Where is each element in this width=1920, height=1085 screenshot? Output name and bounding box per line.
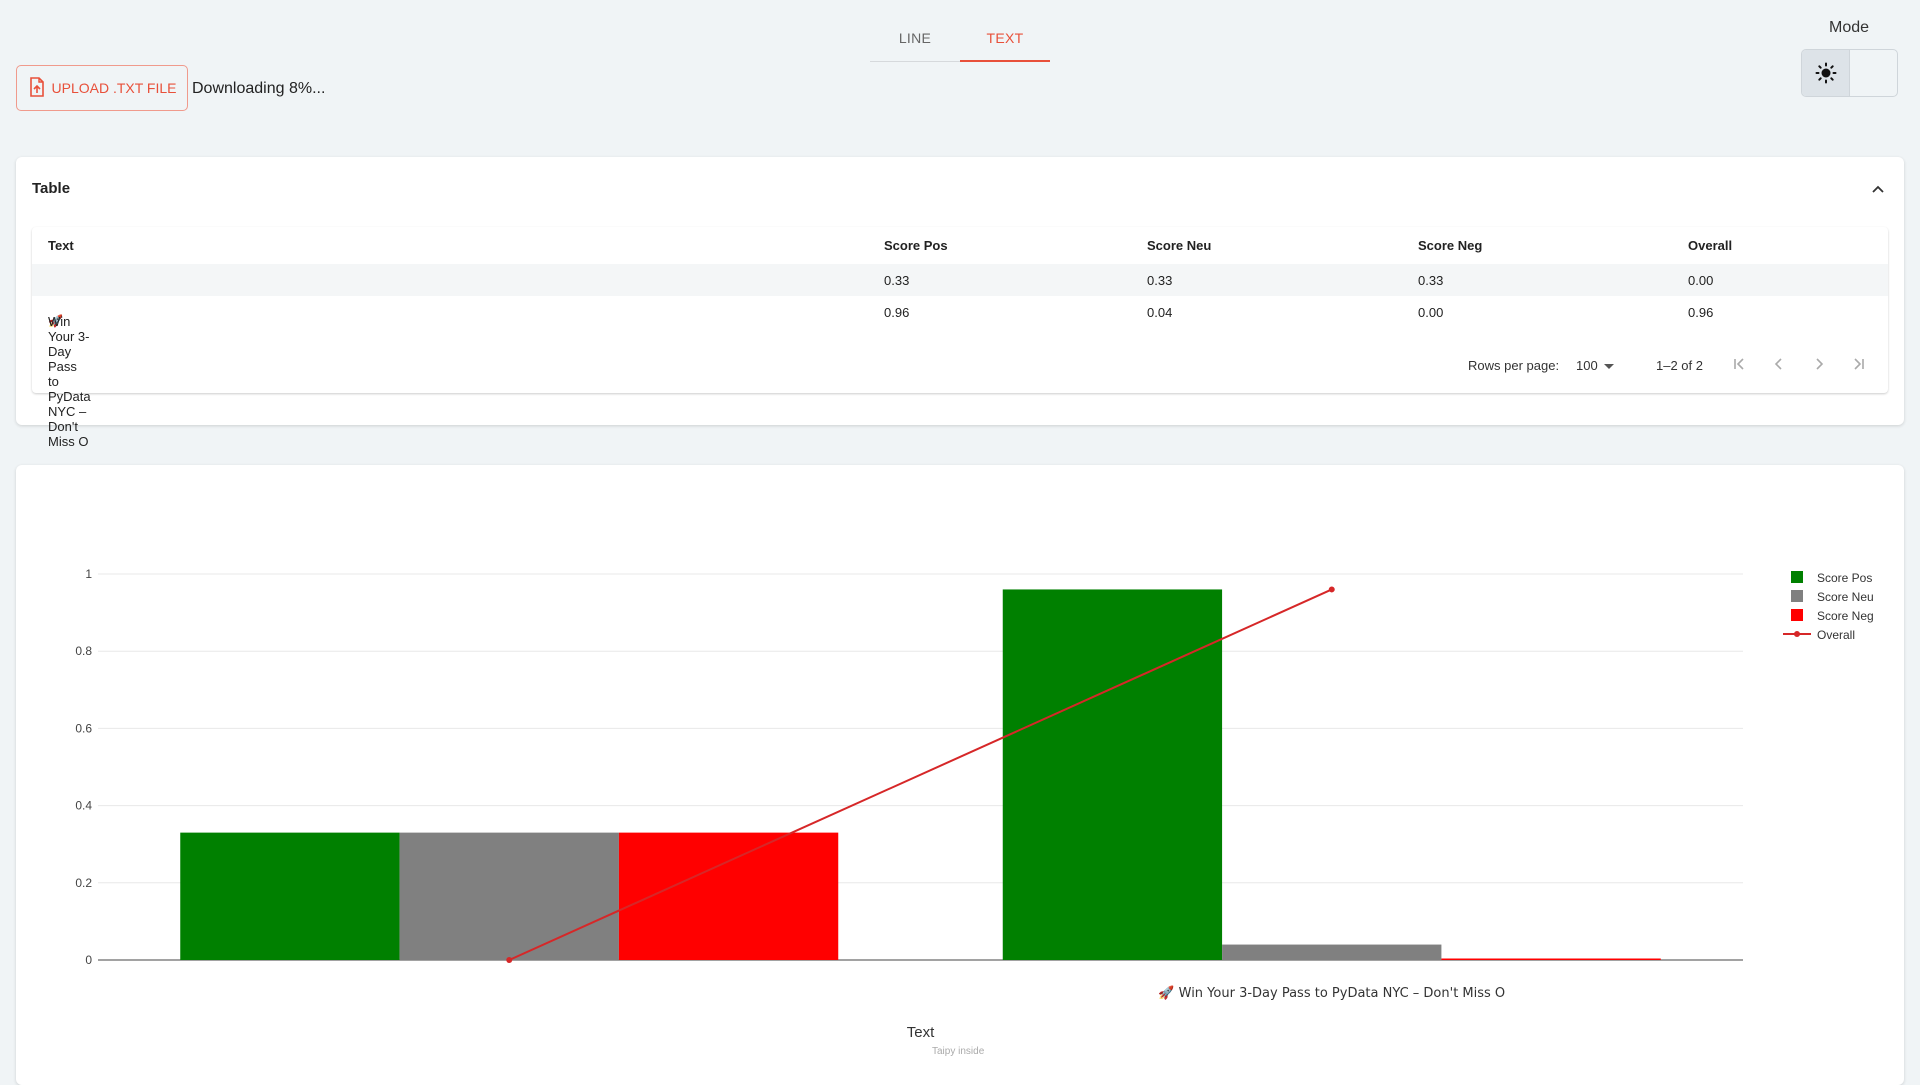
legend-label: Score Neg (1817, 609, 1874, 623)
column-header-score-neg[interactable]: Score Neg (1418, 238, 1482, 253)
bar-score-pos (180, 832, 400, 960)
table-pagination: Rows per page: 100 1–2 of 2 (32, 351, 1888, 379)
x-tick-label: 🚀 Win Your 3-Day Pass to PyData NYC – Do… (1158, 985, 1505, 1001)
theme-toggle (1801, 49, 1898, 97)
legend-swatch (1791, 571, 1803, 583)
legend-label: Score Pos (1817, 571, 1872, 585)
legend-label: Overall (1817, 628, 1855, 642)
cell-score-pos: 0.96 (884, 305, 910, 320)
y-tick-label: 0.6 (75, 721, 92, 735)
legend-marker (1794, 631, 1800, 637)
table-row[interactable]: 0.33 0.33 0.33 0.00 (32, 264, 1888, 296)
tab-text[interactable]: TEXT (960, 20, 1050, 62)
column-header-score-pos[interactable]: Score Pos (884, 238, 948, 253)
upload-button-label: UPLOAD .TXT FILE (51, 80, 177, 96)
legend-swatch (1791, 590, 1803, 602)
rows-per-page-select[interactable]: 100 (1576, 358, 1614, 373)
rows-per-page-value: 100 (1576, 358, 1598, 373)
cell-overall: 0.00 (1688, 273, 1714, 288)
last-page-icon[interactable] (1848, 353, 1870, 375)
cell-score-neu: 0.33 (1147, 273, 1173, 288)
overall-point (506, 957, 513, 963)
cell-text-value: Win Your 3-Day Pass to PyData NYC – Don'… (48, 314, 91, 449)
sun-icon (1815, 62, 1836, 84)
table-header-row: Text Score Pos Score Neu Score Neg Overa… (32, 227, 1888, 259)
data-table: Text Score Pos Score Neu Score Neg Overa… (32, 227, 1888, 449)
bar-score-pos (1002, 589, 1223, 960)
table-panel: Table Text Score Pos Score Neu Score Neg… (16, 157, 1904, 449)
overall-point (1328, 586, 1335, 593)
chevron-up-icon[interactable] (1870, 181, 1886, 197)
upload-txt-button[interactable]: UPLOAD .TXT FILE (16, 65, 188, 111)
chart-panel: 0 0.2 0.4 0.6 0.8 1 🚀 Win Your 3-Day Pass to P… (16, 465, 1904, 1085)
score-chart[interactable]: 0 0.2 0.4 0.6 0.8 1 🚀 Win Your 3-Day Pass to P… (16, 465, 1904, 1085)
bar-score-neg (1441, 958, 1661, 960)
cell-overall: 0.96 (1688, 305, 1714, 320)
file-upload-icon (28, 76, 46, 100)
previous-page-icon[interactable] (1768, 353, 1790, 375)
bar-score-neu (1222, 944, 1442, 960)
rows-per-page-label: Rows per page: (1468, 358, 1560, 373)
download-status: Downloading 8%... (192, 80, 326, 97)
cell-score-neg: 0.00 (1418, 305, 1444, 320)
moon-icon (1871, 64, 1881, 82)
y-tick-label: 0.4 (75, 799, 92, 813)
legend-swatch (1791, 609, 1803, 621)
table-panel-title: Table (32, 180, 71, 197)
pagination-range: 1–2 of 2 (1656, 358, 1703, 373)
tab-line[interactable]: LINE (870, 20, 960, 61)
view-tabs: LINE TEXT (870, 20, 1050, 62)
footer-note: Taipy inside (932, 1046, 985, 1057)
column-header-score-neu[interactable]: Score Neu (1147, 238, 1211, 253)
mode-label: Mode (1829, 19, 1870, 36)
y-tick-label: 0.2 (75, 876, 92, 890)
y-tick-label: 1 (85, 567, 92, 581)
column-header-overall[interactable]: Overall (1688, 238, 1732, 253)
x-axis-title: Text (907, 1024, 935, 1041)
caret-down-icon (1603, 364, 1614, 370)
dark-mode-button[interactable] (1849, 50, 1897, 96)
y-tick-label: 0 (85, 953, 92, 967)
cell-score-neg: 0.33 (1418, 273, 1444, 288)
column-header-text[interactable]: Text (48, 238, 74, 253)
next-page-icon[interactable] (1808, 353, 1830, 375)
y-tick-label: 0.8 (75, 644, 92, 658)
light-mode-button[interactable] (1802, 50, 1849, 96)
bar-score-neu (399, 832, 619, 960)
legend-label: Score Neu (1817, 590, 1874, 604)
cell-score-pos: 0.33 (884, 273, 910, 288)
first-page-icon[interactable] (1728, 353, 1750, 375)
table-row[interactable]: 🚀 Win Your 3-Day Pass to PyData NYC – Don… (32, 296, 1888, 449)
cell-score-neu: 0.04 (1147, 305, 1173, 320)
